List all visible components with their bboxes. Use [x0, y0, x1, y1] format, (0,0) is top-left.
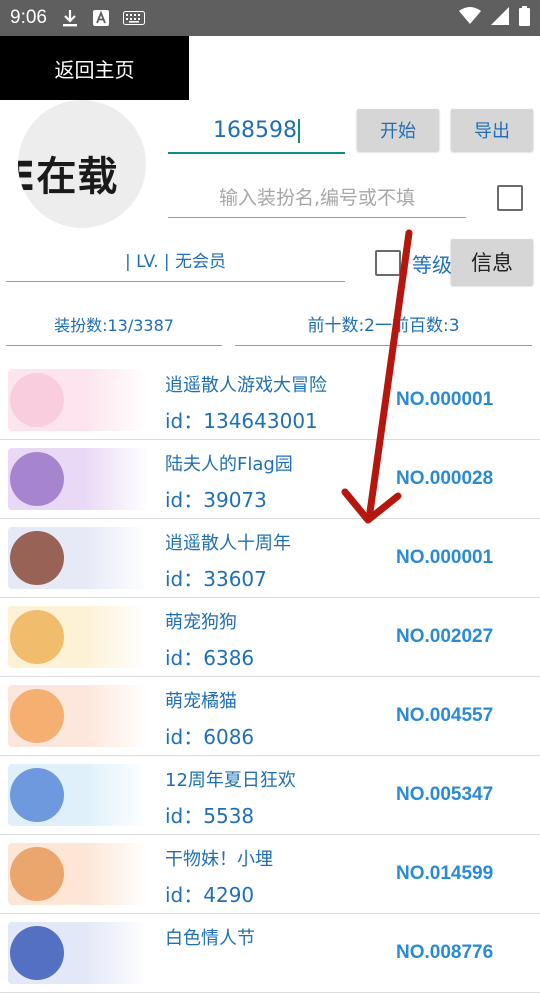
status-bar: 9:06 [0, 0, 540, 36]
status-time: 9:06 [10, 7, 47, 28]
outfit-id: id：33607 [165, 567, 267, 591]
list-item[interactable]: 萌宠狗狗 id：6386 NO.002027 [0, 598, 540, 677]
outfit-id: id：134643001 [165, 409, 318, 433]
outfit-name: 干物妹！小埋 [165, 849, 273, 870]
outfit-name: 白色情人节 [165, 928, 255, 949]
outfit-number: NO.000001 [396, 547, 494, 568]
level-checkbox[interactable] [375, 250, 401, 276]
list-item[interactable]: 12周年夏日狂欢 id：5538 NO.005347 [0, 756, 540, 835]
text-caret [297, 119, 300, 143]
outfit-number: NO.008776 [396, 942, 494, 963]
outfit-id: id：39073 [165, 488, 267, 512]
outfit-figure [10, 689, 64, 743]
outfit-id: id：6086 [165, 725, 255, 749]
list-item[interactable]: 逍遥散人游戏大冒险 id：134643001 NO.000001 [0, 361, 540, 440]
outfit-name: 萌宠橘猫 [165, 691, 237, 712]
outfit-name: 萌宠狗狗 [165, 612, 237, 633]
outfit-id: id：4290 [165, 883, 255, 907]
outfit-list: 逍遥散人游戏大冒险 id：134643001 NO.000001 陆夫人的Fla… [0, 361, 540, 993]
outfit-name: 逍遥散人游戏大冒险 [165, 375, 327, 396]
outfit-thumbnail [8, 369, 148, 431]
user-id-value: 168598 [213, 118, 297, 143]
font-icon [92, 10, 109, 26]
outfit-thumbnail [8, 922, 148, 984]
outfit-figure [10, 768, 64, 822]
list-item[interactable]: 干物妹！小埋 id：4290 NO.014599 [0, 835, 540, 914]
outfit-thumbnail [8, 527, 148, 589]
search-checkbox[interactable] [497, 185, 523, 211]
outfit-thumbnail [8, 764, 148, 826]
outfit-thumbnail [8, 685, 148, 747]
avatar: E在载 [18, 100, 146, 228]
wifi-icon [459, 7, 481, 29]
avatar-text: E在载 [18, 154, 119, 200]
list-item[interactable]: 陆夫人的Flag园 id：39073 NO.000028 [0, 440, 540, 519]
outfit-id: id：6386 [165, 646, 255, 670]
outfit-number: NO.014599 [396, 863, 494, 884]
start-button[interactable]: 开始 [357, 109, 439, 151]
outfit-number: NO.000001 [396, 389, 494, 410]
download-icon [61, 8, 79, 28]
level-field: | LV. | 无会员 [6, 242, 345, 282]
level-checkbox-label[interactable]: 等级 [412, 249, 452, 278]
outfit-count: 装扮数:13/3387 [6, 306, 222, 346]
list-item[interactable]: 白色情人节 NO.008776 [0, 914, 540, 993]
outfit-number: NO.002027 [396, 626, 494, 647]
outfit-figure [10, 926, 64, 980]
outfit-figure [10, 531, 64, 585]
list-item[interactable]: 萌宠橘猫 id：6086 NO.004557 [0, 677, 540, 756]
battery-icon [519, 6, 530, 30]
signal-icon [491, 7, 509, 29]
info-button[interactable]: 信息 [451, 239, 533, 285]
keyboard-icon [122, 11, 145, 25]
back-home-button[interactable]: 返回主页 [0, 36, 189, 100]
top-rank-count: 前十数:2一前百数:3 [235, 306, 532, 346]
outfit-number: NO.000028 [396, 468, 494, 489]
outfit-name: 陆夫人的Flag园 [165, 454, 293, 475]
outfit-id: id：5538 [165, 804, 255, 828]
outfit-thumbnail [8, 843, 148, 905]
export-button[interactable]: 导出 [451, 109, 533, 151]
outfit-thumbnail [8, 606, 148, 668]
list-item[interactable]: 逍遥散人十周年 id：33607 NO.000001 [0, 519, 540, 598]
outfit-number: NO.004557 [396, 705, 494, 726]
outfit-name: 12周年夏日狂欢 [165, 770, 296, 791]
outfit-number: NO.005347 [396, 784, 494, 805]
outfit-thumbnail [8, 448, 148, 510]
outfit-figure [10, 847, 64, 901]
user-id-input[interactable]: 168598 [168, 112, 345, 154]
outfit-figure [10, 610, 64, 664]
search-input[interactable]: 输入装扮名,编号或不填 [168, 178, 466, 218]
outfit-name: 逍遥散人十周年 [165, 533, 291, 554]
outfit-figure [10, 452, 64, 506]
outfit-figure [10, 373, 64, 427]
